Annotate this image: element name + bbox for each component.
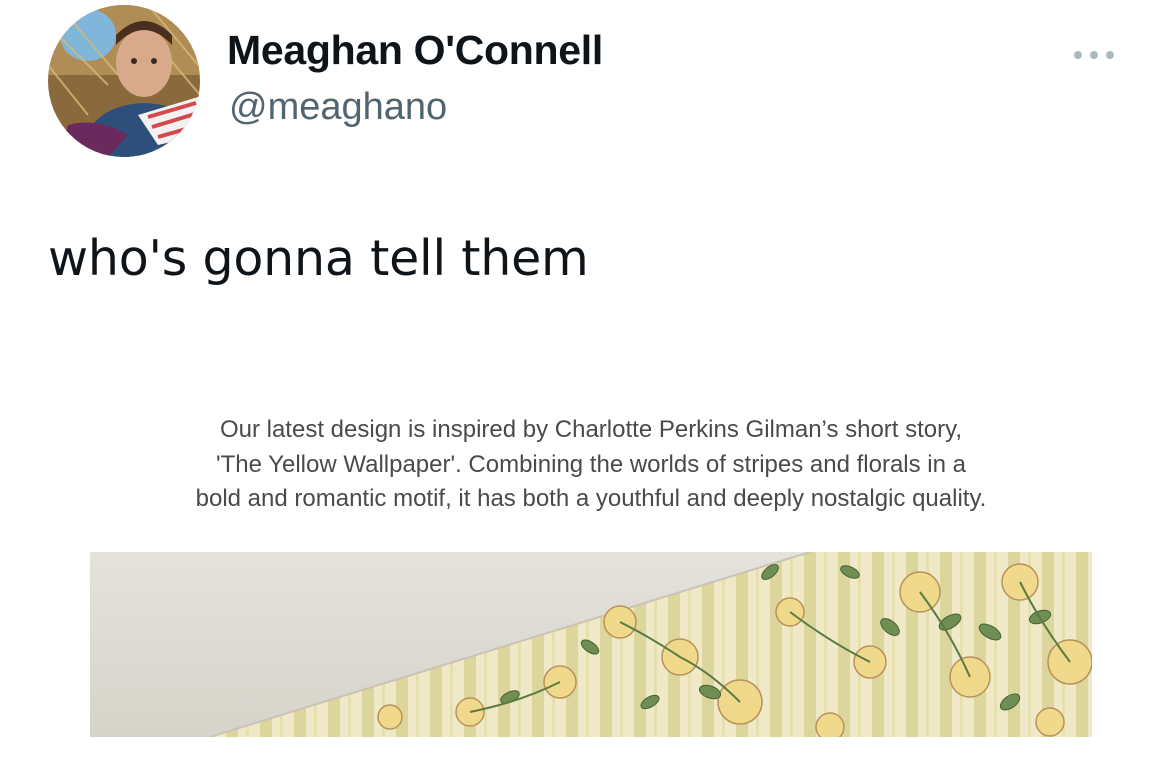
display-name[interactable]: Meaghan O'Connell xyxy=(227,27,603,74)
avatar[interactable] xyxy=(48,5,200,157)
caption-line: Our latest design is inspired by Charlot… xyxy=(219,416,963,443)
wallpaper-image xyxy=(90,552,1092,737)
avatar-photo xyxy=(48,5,200,157)
more-dot xyxy=(1074,51,1082,59)
caption-line: 'The Yellow Wallpaper'. Combining the wo… xyxy=(216,450,966,478)
caption-line: bold and romantic motif, it has both a y… xyxy=(195,485,987,512)
more-dot xyxy=(1090,51,1098,59)
tweet-header: Meaghan O'Connell @meaghano xyxy=(48,5,1128,157)
tweet-text: who's gonna tell them xyxy=(48,230,589,287)
more-dot xyxy=(1106,51,1114,59)
embedded-caption: Our latest design is inspired by Charlot… xyxy=(90,413,1092,517)
more-options-icon[interactable] xyxy=(1072,43,1118,67)
embedded-media[interactable]: Our latest design is inspired by Charlot… xyxy=(90,405,1092,737)
wallpaper-photo xyxy=(90,552,1092,737)
user-handle[interactable]: @meaghano xyxy=(229,86,447,129)
